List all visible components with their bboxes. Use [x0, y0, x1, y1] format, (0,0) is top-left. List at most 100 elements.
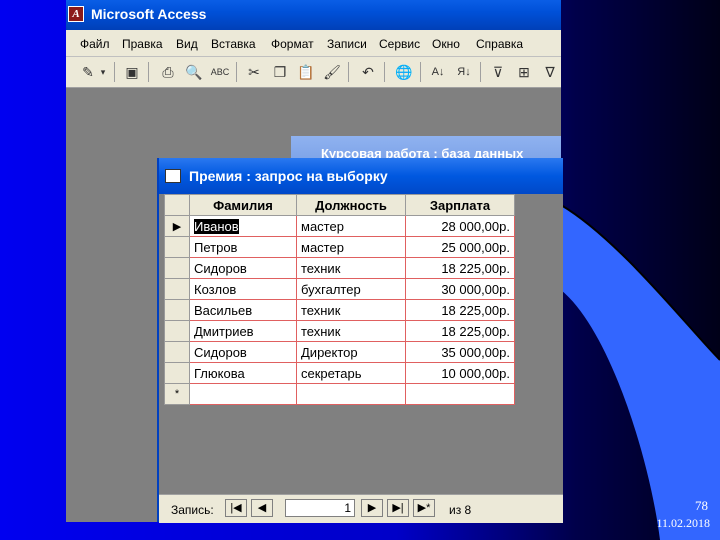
row-selector[interactable] — [164, 236, 190, 258]
cell-position[interactable]: Директор — [296, 341, 406, 363]
cell-position[interactable]: секретарь — [296, 362, 406, 384]
sort-ascending-icon[interactable]: A↓ — [428, 62, 448, 82]
cell-lastname[interactable] — [189, 383, 297, 405]
apply-filter-icon[interactable]: ∇ — [540, 62, 560, 82]
cell-position[interactable]: бухгалтер — [296, 278, 406, 300]
query-window: Премия : запрос на выборку Фамилия Должн… — [157, 158, 563, 523]
cell-lastname[interactable]: Иванов — [189, 215, 297, 237]
table-row: Козлов бухгалтер 30 000,00р. — [164, 278, 515, 300]
cell-lastname[interactable]: Козлов — [189, 278, 297, 300]
table-row: Петров мастер 25 000,00р. — [164, 236, 515, 258]
cell-salary[interactable] — [405, 383, 515, 405]
cell-salary[interactable]: 28 000,00р. — [405, 215, 515, 237]
access-key-icon[interactable]: A — [68, 6, 84, 22]
cell-salary[interactable]: 25 000,00р. — [405, 236, 515, 258]
table-row: Глюкова секретарь 10 000,00р. — [164, 362, 515, 384]
table-row: Сидоров Директор 35 000,00р. — [164, 341, 515, 363]
previous-record-icon[interactable]: ◀ — [251, 499, 273, 517]
first-record-icon[interactable]: |◀ — [225, 499, 247, 517]
row-selector[interactable] — [164, 341, 190, 363]
app-title: Microsoft Access — [91, 6, 207, 22]
table-row: Васильев техник 18 225,00р. — [164, 299, 515, 321]
undo-icon[interactable]: ↶ — [358, 62, 378, 82]
table-row: Сидоров техник 18 225,00р. — [164, 257, 515, 279]
menu-edit[interactable]: Правка — [122, 37, 163, 51]
cell-salary[interactable]: 18 225,00р. — [405, 299, 515, 321]
menu-insert[interactable]: Вставка — [211, 37, 256, 51]
column-header-salary[interactable]: Зарплата — [405, 194, 515, 216]
spelling-icon[interactable]: ABC — [210, 62, 230, 82]
filter-by-selection-icon[interactable]: ⊽ — [488, 62, 508, 82]
menu-window[interactable]: Окно — [432, 37, 460, 51]
print-icon[interactable]: ⎙ — [158, 62, 178, 82]
column-header-position[interactable]: Должность — [296, 194, 406, 216]
cell-salary[interactable]: 30 000,00р. — [405, 278, 515, 300]
hyperlink-icon[interactable]: 🌐 — [394, 62, 414, 82]
filter-by-form-icon[interactable]: ⊞ — [514, 62, 534, 82]
toolbar-separator — [236, 62, 237, 82]
record-label: Запись: — [171, 503, 214, 517]
toolbar-separator — [148, 62, 149, 82]
cell-position[interactable]: мастер — [296, 215, 406, 237]
cell-salary[interactable]: 35 000,00р. — [405, 341, 515, 363]
row-selector[interactable] — [164, 257, 190, 279]
cell-salary[interactable]: 10 000,00р. — [405, 362, 515, 384]
new-record-icon[interactable]: ▶* — [413, 499, 435, 517]
app-titlebar: A Microsoft Access — [66, 0, 561, 30]
row-selector[interactable] — [164, 299, 190, 321]
datasheet-table: Фамилия Должность Зарплата ▶ Иванов маст… — [164, 194, 515, 405]
row-selector[interactable] — [164, 362, 190, 384]
toolbar: ✎ ▾ ▣ ⎙ 🔍 ABC ✂ ❐ 📋 🖌 ↶ 🌐 A↓ Я↓ ⊽ ⊞ ∇ — [66, 57, 561, 88]
record-count: из 8 — [449, 503, 472, 517]
cell-position[interactable]: техник — [296, 320, 406, 342]
row-selector[interactable]: ▶ — [164, 215, 190, 237]
cell-position[interactable]: техник — [296, 299, 406, 321]
toolbar-separator — [348, 62, 349, 82]
cell-lastname[interactable]: Петров — [189, 236, 297, 258]
row-selector[interactable] — [164, 278, 190, 300]
slide-date: 11.02.2018 — [656, 516, 710, 530]
menu-bar: Файл Правка Вид Вставка Формат Записи Се… — [66, 30, 561, 57]
cell-position[interactable]: техник — [296, 257, 406, 279]
header-row: Фамилия Должность Зарплата — [164, 194, 515, 216]
paste-icon[interactable]: 📋 — [296, 62, 316, 82]
cell-salary[interactable]: 18 225,00р. — [405, 320, 515, 342]
record-number-input[interactable]: 1 — [285, 499, 355, 517]
cell-lastname[interactable]: Сидоров — [189, 257, 297, 279]
record-navigation: Запись: |◀ ◀ 1 ▶ ▶| ▶* из 8 — [159, 494, 563, 523]
cell-lastname[interactable]: Дмитриев — [189, 320, 297, 342]
design-view-icon[interactable]: ✎ — [78, 62, 98, 82]
save-icon[interactable]: ▣ — [122, 62, 142, 82]
menu-tools[interactable]: Сервис — [379, 37, 420, 51]
cell-position[interactable] — [296, 383, 406, 405]
query-titlebar[interactable]: Премия : запрос на выборку — [159, 158, 563, 194]
new-record-row: * — [164, 383, 515, 405]
toolbar-separator — [480, 62, 481, 82]
next-record-icon[interactable]: ▶ — [361, 499, 383, 517]
toolbar-separator — [114, 62, 115, 82]
cell-salary[interactable]: 18 225,00р. — [405, 257, 515, 279]
table-row: ▶ Иванов мастер 28 000,00р. — [164, 215, 515, 237]
sort-descending-icon[interactable]: Я↓ — [454, 62, 474, 82]
menu-format[interactable]: Формат — [271, 37, 314, 51]
menu-records[interactable]: Записи — [327, 37, 367, 51]
menu-view[interactable]: Вид — [176, 37, 198, 51]
cell-lastname[interactable]: Васильев — [189, 299, 297, 321]
row-selector-header[interactable] — [164, 194, 190, 216]
dropdown-arrow-icon[interactable]: ▾ — [98, 62, 108, 82]
cell-position[interactable]: мастер — [296, 236, 406, 258]
column-header-lastname[interactable]: Фамилия — [189, 194, 297, 216]
menu-file[interactable]: Файл — [80, 37, 110, 51]
row-selector[interactable] — [164, 320, 190, 342]
cell-lastname[interactable]: Сидоров — [189, 341, 297, 363]
cut-icon[interactable]: ✂ — [244, 62, 264, 82]
query-icon — [165, 169, 181, 183]
format-painter-icon[interactable]: 🖌 — [322, 62, 342, 82]
last-record-icon[interactable]: ▶| — [387, 499, 409, 517]
print-preview-icon[interactable]: 🔍 — [184, 62, 204, 82]
copy-icon[interactable]: ❐ — [270, 62, 290, 82]
new-record-selector[interactable]: * — [164, 383, 190, 405]
menu-help[interactable]: Справка — [476, 37, 523, 51]
cell-lastname[interactable]: Глюкова — [189, 362, 297, 384]
toolbar-separator — [420, 62, 421, 82]
